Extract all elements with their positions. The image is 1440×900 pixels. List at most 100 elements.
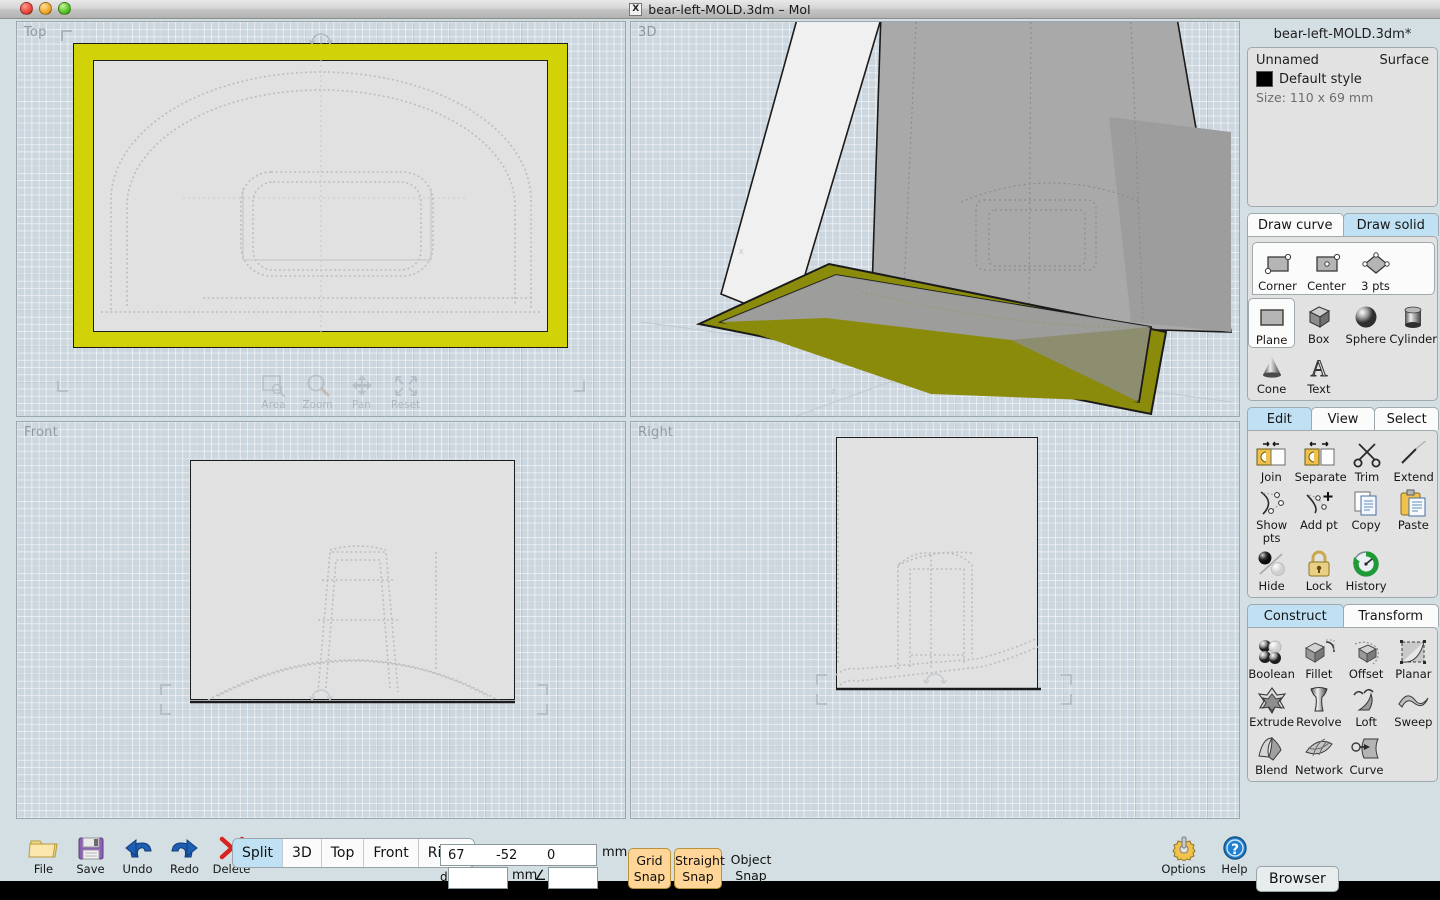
view-mode-3d[interactable]: 3D — [283, 839, 322, 867]
help-icon: ? — [1211, 834, 1258, 862]
nav-zoom-button[interactable]: Zoom — [301, 374, 334, 411]
construct-fillet-button[interactable]: Fillet — [1295, 633, 1342, 681]
rotate-icon-top[interactable] — [308, 28, 334, 44]
construct-boolean-button[interactable]: Boolean — [1248, 633, 1295, 681]
style-color-swatch[interactable] — [1256, 71, 1273, 87]
coord-z-value[interactable]: 0 — [547, 848, 555, 863]
construct-revolve-button[interactable]: Revolve — [1295, 681, 1342, 729]
edit-join-button[interactable]: Join — [1248, 436, 1295, 484]
construct-network-button[interactable]: Network — [1295, 729, 1343, 777]
draw-box-button[interactable]: Box — [1295, 298, 1342, 348]
edit-hide-button[interactable]: Hide — [1248, 545, 1295, 593]
edit-copy-button[interactable]: Copy — [1343, 484, 1390, 545]
floppy-icon — [67, 834, 114, 862]
redo-arrow-icon — [161, 834, 208, 862]
edit-hide-label: Hide — [1258, 579, 1285, 593]
file-button[interactable]: File — [20, 834, 67, 876]
viewport-front[interactable]: Front — [16, 421, 626, 819]
object-name[interactable]: Unnamed — [1256, 53, 1319, 68]
coordinate-input[interactable]: 67 -52 0 — [440, 844, 597, 866]
gear-icon — [1160, 834, 1207, 862]
edit-separate-button[interactable]: Separate — [1295, 436, 1347, 484]
construct-planar-button[interactable]: Planar — [1390, 633, 1437, 681]
edit-extend-button[interactable]: Extend — [1390, 436, 1437, 484]
undo-arrow-icon — [114, 834, 161, 862]
window-controls[interactable] — [20, 2, 71, 15]
tab-draw-curve[interactable]: Draw curve — [1247, 213, 1344, 236]
draw-plane-button[interactable]: Plane — [1248, 298, 1296, 348]
plane-sub-options[interactable]: Corner Center 3 pts — [1252, 242, 1435, 295]
viewport-top[interactable]: Top Area Zoom Pan Reset — [16, 21, 626, 417]
edit-showpts-button[interactable]: Show pts — [1248, 484, 1295, 545]
close-window-button[interactable] — [20, 2, 33, 15]
coord-x-value[interactable]: 67 — [448, 848, 465, 863]
tab-draw-solid[interactable]: Draw solid — [1342, 213, 1439, 236]
angle-input[interactable] — [548, 867, 598, 889]
tab-edit[interactable]: Edit — [1247, 407, 1312, 430]
object-snap-toggle[interactable]: Object Snap — [726, 848, 776, 889]
distance-input[interactable] — [448, 867, 508, 889]
draw-palette-tabs[interactable]: Draw curve Draw solid — [1247, 213, 1439, 236]
draw-text-button[interactable]: A Text — [1295, 348, 1342, 396]
object-properties-box[interactable]: Unnamed Surface Default style Size: 110 … — [1247, 47, 1438, 207]
tab-select[interactable]: Select — [1374, 407, 1440, 430]
construct-offset-button[interactable]: Offset — [1343, 633, 1390, 681]
coord-y-value[interactable]: -52 — [496, 848, 517, 863]
model-outline-right — [836, 472, 1041, 691]
save-button[interactable]: Save — [67, 834, 114, 876]
help-button[interactable]: ? Help — [1211, 834, 1258, 876]
grid-snap-toggle[interactable]: Grid Snap — [628, 848, 671, 889]
construct-extrude-button[interactable]: Extrude — [1248, 681, 1295, 729]
draw-cylinder-button[interactable]: Cylinder — [1389, 298, 1437, 348]
nav-area-button[interactable]: Area — [257, 374, 290, 411]
view-mode-front[interactable]: Front — [364, 839, 419, 867]
viewport-maximize-icon-top[interactable] — [61, 30, 72, 41]
view-mode-split[interactable]: Split — [233, 839, 284, 867]
construct-blend-button[interactable]: Blend — [1248, 729, 1295, 777]
tab-view[interactable]: View — [1310, 407, 1376, 430]
model-outline-top — [101, 60, 541, 332]
rotate-icon-right[interactable] — [922, 668, 948, 684]
browser-button[interactable]: Browser — [1256, 866, 1339, 892]
nav-pan-button[interactable]: Pan — [345, 374, 378, 411]
tab-transform[interactable]: Transform — [1342, 604, 1439, 627]
minimize-window-button[interactable] — [39, 2, 52, 15]
view-mode-buttons[interactable]: Split 3D Top Front Right — [232, 838, 475, 868]
maximize-window-button[interactable] — [58, 2, 71, 15]
nav-pan-label: Pan — [352, 399, 371, 411]
model-3d-render: y x z — [640, 22, 1232, 416]
viewport-3d[interactable]: 3D x z — [630, 21, 1240, 417]
viewport-nav-controls-top[interactable]: Area Zoom Pan Reset — [257, 374, 422, 411]
viewport-label-3d: 3D — [638, 25, 657, 40]
construct-palette-tabs[interactable]: Construct Transform — [1247, 604, 1439, 627]
draw-center-button[interactable]: Center — [1302, 245, 1351, 293]
draw-corner-button[interactable]: Corner — [1253, 245, 1302, 293]
edit-paste-button[interactable]: Paste — [1390, 484, 1437, 545]
edit-history-button[interactable]: History — [1343, 545, 1390, 593]
edit-palette-tabs[interactable]: Edit View Select — [1247, 407, 1440, 430]
style-name[interactable]: Default style — [1279, 72, 1362, 87]
construct-loft-button[interactable]: Loft — [1343, 681, 1390, 729]
edit-lock-button[interactable]: Lock — [1295, 545, 1342, 593]
rotate-icon-front[interactable] — [308, 684, 334, 700]
view-mode-top[interactable]: Top — [321, 839, 365, 867]
undo-button[interactable]: Undo — [114, 834, 161, 876]
nav-reset-button[interactable]: Reset — [389, 374, 422, 411]
viewport-grid: Top Area Zoom Pan Reset 3D x z Front Rig… — [16, 21, 1244, 821]
construct-panel: Boolean Fillet Offset Planar Extrude Rev… — [1247, 627, 1438, 782]
draw-3pts-button[interactable]: 3 pts — [1351, 245, 1400, 293]
options-button[interactable]: Options — [1160, 834, 1207, 876]
tab-construct[interactable]: Construct — [1247, 604, 1344, 627]
edit-addpt-button[interactable]: Add pt — [1295, 484, 1342, 545]
construct-sweep-button[interactable]: Sweep — [1390, 681, 1437, 729]
construct-curve-button[interactable]: Curve — [1343, 729, 1390, 777]
viewport-right[interactable]: Right — [630, 421, 1240, 819]
redo-button[interactable]: Redo — [161, 834, 208, 876]
draw-cone-button[interactable]: Cone — [1248, 348, 1295, 396]
straight-snap-toggle[interactable]: Straight Snap — [674, 848, 725, 889]
edit-trim-button[interactable]: Trim — [1344, 436, 1391, 484]
draw-sphere-button[interactable]: Sphere — [1342, 298, 1389, 348]
draw-cone-label: Cone — [1256, 382, 1287, 396]
construct-blend-label: Blend — [1255, 763, 1288, 777]
history-icon — [1343, 547, 1390, 580]
